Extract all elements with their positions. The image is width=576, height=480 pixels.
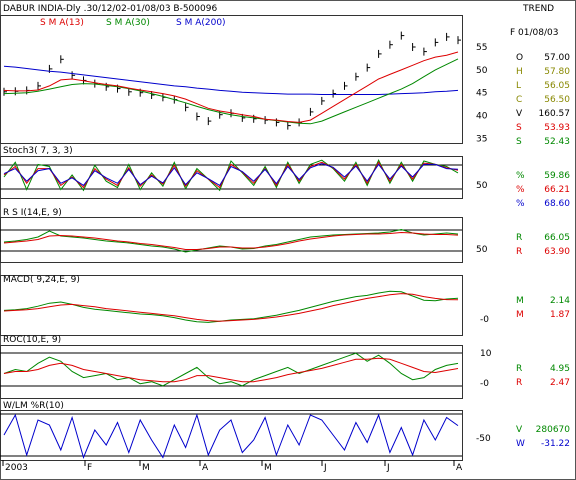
wlm-stat-value-0: 280670	[536, 425, 571, 435]
price-stat-value-0: 57.00	[544, 53, 570, 63]
price-stat-key-5: S	[516, 123, 522, 133]
price-stat-key-4: V	[516, 109, 523, 119]
outer-frame	[0, 0, 576, 480]
price-stat-value-3: 56.50	[544, 95, 570, 105]
roc-title: ROC(10,E, 9)	[3, 335, 61, 345]
date-label: F 01/08/03	[510, 28, 558, 38]
roc-stat-value-0: 4.95	[550, 364, 570, 374]
trend-label: TREND	[522, 4, 554, 14]
legend-sma13: S M A(13)	[40, 18, 84, 28]
roc-tick-0: -0	[480, 379, 489, 389]
price-tick-55: 55	[476, 43, 487, 53]
legend-sma30: S M A(30)	[106, 18, 150, 28]
macd-stat-key-1: M	[516, 310, 524, 320]
rsi-stat-key-0: R	[516, 233, 522, 243]
rsi-stat-key-1: R	[516, 247, 522, 257]
price-stat-key-6: S	[516, 137, 522, 147]
rsi-stat-value-1: 63.90	[544, 247, 570, 257]
x-axis-label-2: M	[142, 463, 150, 473]
price-stat-value-2: 56.05	[544, 81, 570, 91]
x-axis-label-5: J	[323, 463, 327, 473]
stoch-stat-value-0: 59.86	[544, 171, 570, 181]
roc-stat-key-1: R	[516, 378, 522, 388]
legend-sma200: S M A(200)	[176, 18, 226, 28]
stoch-tick-50: 50	[476, 181, 488, 191]
price-stat-key-1: H	[516, 67, 523, 77]
stoch-stat-value-1: 66.21	[544, 185, 570, 195]
chart-title: DABUR INDIA-Dly .30/12/02-01/08/03 B-500…	[3, 4, 217, 14]
stoch-stat-key-0: %	[516, 171, 525, 181]
x-axis-label-1: F	[87, 463, 92, 473]
price-tick-50: 50	[476, 66, 488, 76]
wlm-stat-key-0: V	[516, 425, 523, 435]
x-axis-label-0: 2003	[5, 463, 28, 473]
wlm-tick-50: -50	[476, 434, 491, 444]
macd-stat-value-0: 2.14	[550, 296, 570, 306]
price-stat-key-2: L	[516, 81, 521, 91]
macd-title: MACD( 9,24,E, 9)	[3, 275, 80, 285]
stoch-stat-value-2: 68.60	[544, 199, 570, 209]
price-stat-value-5: 53.93	[544, 123, 570, 133]
price-stat-value-1: 57.80	[544, 67, 570, 77]
x-axis-label-7: A	[456, 463, 463, 473]
roc-stat-key-0: R	[516, 364, 522, 374]
x-axis-label-6: J	[386, 463, 390, 473]
x-axis-label-3: A	[202, 463, 209, 473]
wlm-stat-key-1: W	[516, 439, 525, 449]
x-axis-label-4: M	[264, 463, 272, 473]
roc-stat-value-1: 2.47	[550, 378, 570, 388]
price-stat-value-6: 52.43	[544, 137, 570, 147]
roc-tick-10: 10	[480, 349, 492, 359]
wlm-title: W/LM %R(10)	[3, 401, 64, 411]
macd-stat-value-1: 1.87	[550, 310, 570, 320]
stoch-title: Stoch3( 7, 3, 3)	[3, 146, 73, 156]
price-tick-45: 45	[476, 89, 487, 99]
price-tick-35: 35	[476, 134, 487, 144]
macd-tick-0: -0	[480, 315, 489, 325]
macd-stat-key-0: M	[516, 296, 524, 306]
rsi-tick-50: 50	[476, 245, 488, 255]
rsi-title: R S I(14,E, 9)	[3, 208, 62, 218]
stoch-stat-key-1: %	[516, 185, 525, 195]
price-stat-key-0: O	[516, 53, 523, 63]
stoch-stat-key-2: %	[516, 199, 525, 209]
price-stat-value-4: 160.57	[539, 109, 571, 119]
price-stat-key-3: C	[516, 95, 522, 105]
rsi-stat-value-0: 66.05	[544, 233, 570, 243]
wlm-stat-value-1: -31.22	[541, 439, 570, 449]
technical-chart: DABUR INDIA-Dly .30/12/02-01/08/03 B-500…	[0, 0, 576, 480]
price-tick-40: 40	[476, 112, 488, 122]
